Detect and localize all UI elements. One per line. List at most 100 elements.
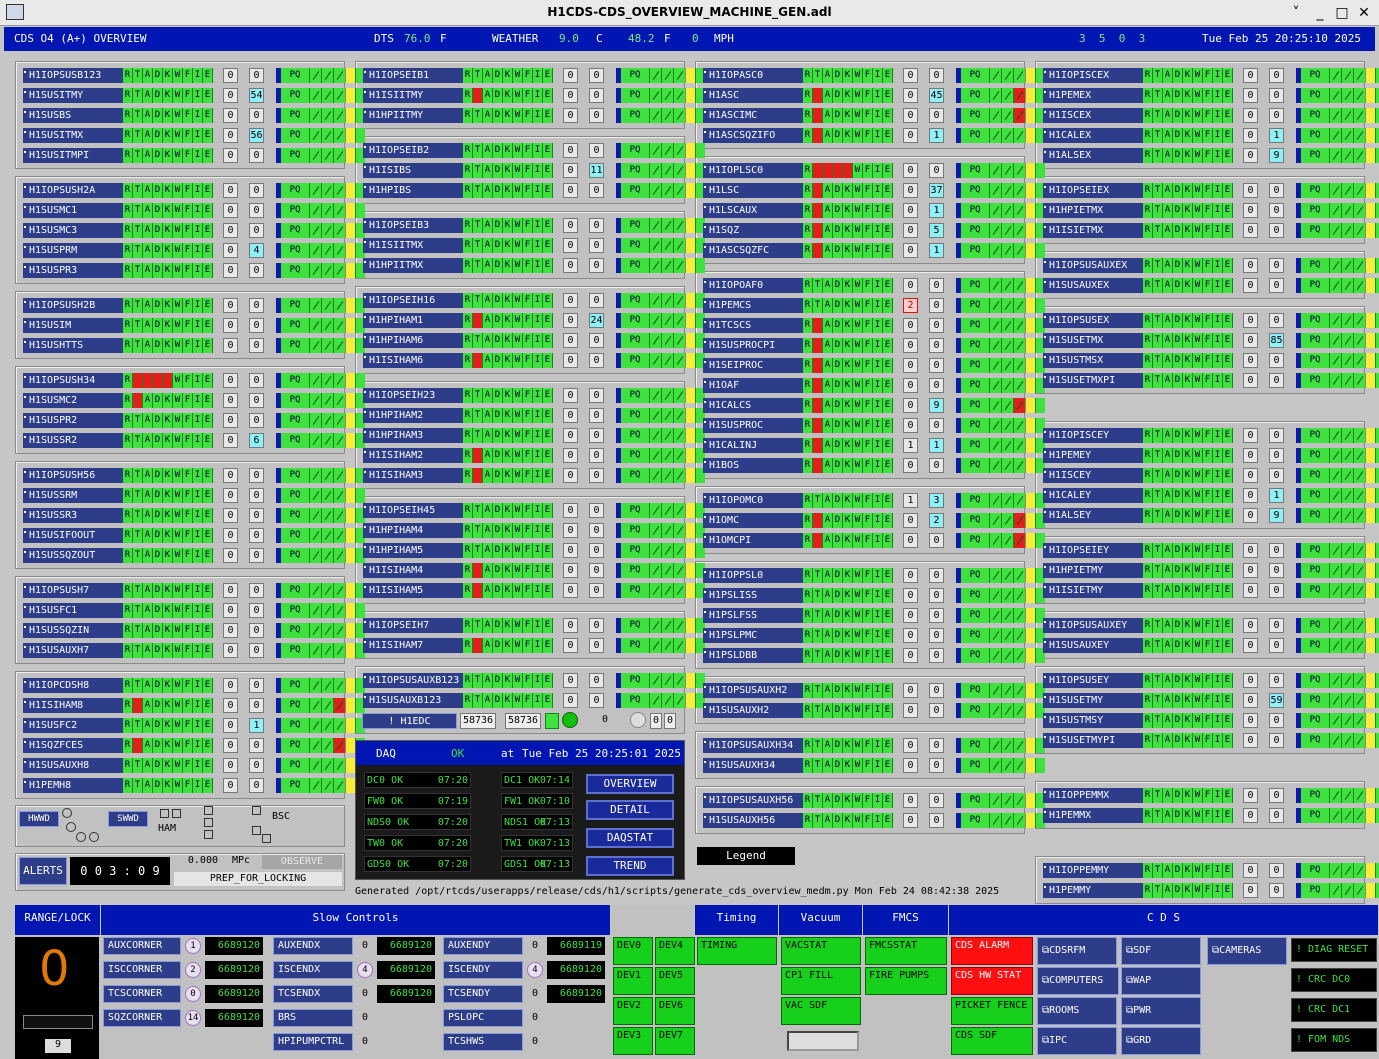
model-name-button[interactable]: H1SUSMC1 [23, 203, 123, 218]
dev-status[interactable]: DEV6 [655, 997, 695, 1025]
cds-nav-button[interactable]: ⧉ROOMS [1037, 997, 1117, 1025]
cds-hw-stat-status[interactable]: CDS HW STAT [951, 967, 1033, 995]
model-name-button[interactable]: H1HPIHAM3 [363, 428, 463, 443]
model-name-button[interactable]: H1SUSAUXH8 [23, 758, 123, 773]
cds-nav-button[interactable]: ⧉WAP [1121, 967, 1201, 995]
model-name-button[interactable]: H1PSLPMC [703, 628, 803, 643]
timing-status[interactable]: TIMING [697, 937, 777, 965]
model-name-button[interactable]: H1HPIHAM4 [363, 523, 463, 538]
model-name-button[interactable]: H1HPIHAM5 [363, 543, 463, 558]
model-name-button[interactable]: H1IOPISCEX [1043, 68, 1143, 83]
slow-control-button[interactable]: PSLOPC [443, 1009, 523, 1027]
model-name-button[interactable]: H1TCSCS [703, 318, 803, 333]
model-name-button[interactable]: H1PSLISS [703, 588, 803, 603]
model-name-button[interactable]: H1SUSETMX [1043, 333, 1143, 348]
model-name-button[interactable]: H1ISIHAM3 [363, 468, 463, 483]
model-name-button[interactable]: H1ISCEX [1043, 108, 1143, 123]
swwd-button[interactable]: SWWD [108, 811, 148, 827]
hwwd-button[interactable]: HWWD [19, 811, 59, 827]
cp1-fill-status[interactable]: CP1 FILL [781, 967, 861, 995]
model-name-button[interactable]: H1PEMH8 [23, 778, 123, 793]
dev-status[interactable]: DEV7 [655, 1027, 695, 1055]
model-name-button[interactable]: H1IOPSUSB123 [23, 68, 123, 83]
cds-nav-button[interactable]: ⧉SDF [1121, 937, 1201, 965]
model-name-button[interactable]: H1SUSTMSX [1043, 353, 1143, 368]
model-name-button[interactable]: H1SUSAUXH2 [703, 703, 803, 718]
cds-action-button[interactable]: ! DIAG RESET [1291, 938, 1377, 962]
model-name-button[interactable]: H1HPIETMX [1043, 203, 1143, 218]
model-name-button[interactable]: H1SUSSQZIN [23, 623, 123, 638]
slow-control-button[interactable]: SQZCORNER [103, 1009, 181, 1027]
close-button[interactable]: ✕ [1354, 3, 1374, 23]
model-name-button[interactable]: H1IOPSUSAUXEY [1043, 618, 1143, 633]
model-name-button[interactable]: H1HPIITMX [363, 258, 463, 273]
picket-fence-status[interactable]: PICKET FENCE [951, 997, 1033, 1025]
fmcsstat-status[interactable]: FMCSSTAT [865, 937, 947, 965]
model-name-button[interactable]: H1HPIHAM1 [363, 313, 463, 328]
model-name-button[interactable]: H1ISIBS [363, 163, 463, 178]
model-name-button[interactable]: H1ISIHAM7 [363, 638, 463, 653]
slow-control-button[interactable]: AUXCORNER [103, 937, 181, 955]
dev-status[interactable]: DEV2 [613, 997, 653, 1025]
model-name-button[interactable]: H1IOPSUSEY [1043, 673, 1143, 688]
model-name-button[interactable]: H1ISIETMY [1043, 583, 1143, 598]
model-name-button[interactable]: H1SUSAUXEY [1043, 638, 1143, 653]
model-name-button[interactable]: H1SUSBS [23, 108, 123, 123]
model-name-button[interactable]: H1SUSFC2 [23, 718, 123, 733]
model-name-button[interactable]: H1SUSSRM [23, 488, 123, 503]
model-name-button[interactable]: H1ISIHAM2 [363, 448, 463, 463]
model-name-button[interactable]: H1ISIHAM8 [23, 698, 123, 713]
alerts-button[interactable]: ALERTS [19, 857, 67, 885]
model-name-button[interactable]: H1SUSMC3 [23, 223, 123, 238]
model-name-button[interactable]: H1PSLFSS [703, 608, 803, 623]
cds-nav-button[interactable]: ⧉CAMERAS [1207, 937, 1287, 965]
daqstat-button[interactable]: DAQSTAT [586, 828, 674, 848]
model-name-button[interactable]: H1ISIHAM6 [363, 353, 463, 368]
cds-nav-button[interactable]: ⧉GRD [1121, 1027, 1201, 1055]
model-name-button[interactable]: H1SUSETMY [1043, 693, 1143, 708]
model-name-button[interactable]: H1IOPSEIEY [1043, 543, 1143, 558]
model-name-button[interactable]: H1IOPSUSAUXB123 [363, 673, 463, 688]
model-name-button[interactable]: H1SUSPRM [23, 243, 123, 258]
model-name-button[interactable]: H1SUSPROC [703, 418, 803, 433]
model-name-button[interactable]: H1IOPSUSH56 [23, 468, 123, 483]
model-name-button[interactable]: H1OAF [703, 378, 803, 393]
model-name-button[interactable]: H1SUSHTTS [23, 338, 123, 353]
dev-status[interactable]: DEV4 [655, 937, 695, 965]
slow-control-button[interactable]: TCSENDX [273, 985, 353, 1003]
model-name-button[interactable]: H1SUSITMPI [23, 148, 123, 163]
model-name-button[interactable]: H1IOPPEMMX [1043, 788, 1143, 803]
model-name-button[interactable]: H1CALCS [703, 398, 803, 413]
collapse-icon[interactable]: ˅ [1286, 3, 1306, 23]
model-name-button[interactable]: H1SUSIM [23, 318, 123, 333]
model-name-button[interactable]: H1IOPSUSH2B [23, 298, 123, 313]
model-name-button[interactable]: H1SUSETMYPI [1043, 733, 1143, 748]
model-name-button[interactable]: H1HPIBS [363, 183, 463, 198]
slow-control-button[interactable]: ISCCORNER [103, 961, 181, 979]
model-name-button[interactable]: H1SUSSR2 [23, 433, 123, 448]
edc-button[interactable]: ! H1EDC [362, 713, 457, 729]
cds-nav-button[interactable]: ⧉COMPUTERS [1037, 967, 1119, 995]
model-name-button[interactable]: H1IOPSEIH7 [363, 618, 463, 633]
model-name-button[interactable]: H1IOPSEIH16 [363, 293, 463, 308]
model-name-button[interactable]: H1ALSEX [1043, 148, 1143, 163]
model-name-button[interactable]: H1OMCPI [703, 533, 803, 548]
model-name-button[interactable]: H1HPIHAM6 [363, 333, 463, 348]
model-name-button[interactable]: H1BOS [703, 458, 803, 473]
model-name-button[interactable]: H1IOPLSC0 [703, 163, 803, 178]
minimize-button[interactable]: _ [1310, 3, 1330, 23]
model-name-button[interactable]: H1IOPSEIH45 [363, 503, 463, 518]
model-name-button[interactable]: H1SUSSQZOUT [23, 548, 123, 563]
model-name-button[interactable]: H1IOPCDSH8 [23, 678, 123, 693]
cds-sdf-status[interactable]: CDS SDF [951, 1027, 1033, 1055]
trend-button[interactable]: TREND [586, 856, 674, 876]
slow-control-button[interactable]: TCSCORNER [103, 985, 181, 1003]
legend-button[interactable]: Legend [697, 847, 795, 865]
model-name-button[interactable]: H1IOPSEIEX [1043, 183, 1143, 198]
model-name-button[interactable]: H1ASCSQZIFO [703, 128, 803, 143]
model-name-button[interactable]: H1OMC [703, 513, 803, 528]
cds-nav-button[interactable]: ⧉PWR [1121, 997, 1201, 1025]
cds-action-button[interactable]: ! CRC DC0 [1291, 968, 1377, 992]
dev-status[interactable]: DEV5 [655, 967, 695, 995]
model-name-button[interactable]: H1IOPSUSH7 [23, 583, 123, 598]
